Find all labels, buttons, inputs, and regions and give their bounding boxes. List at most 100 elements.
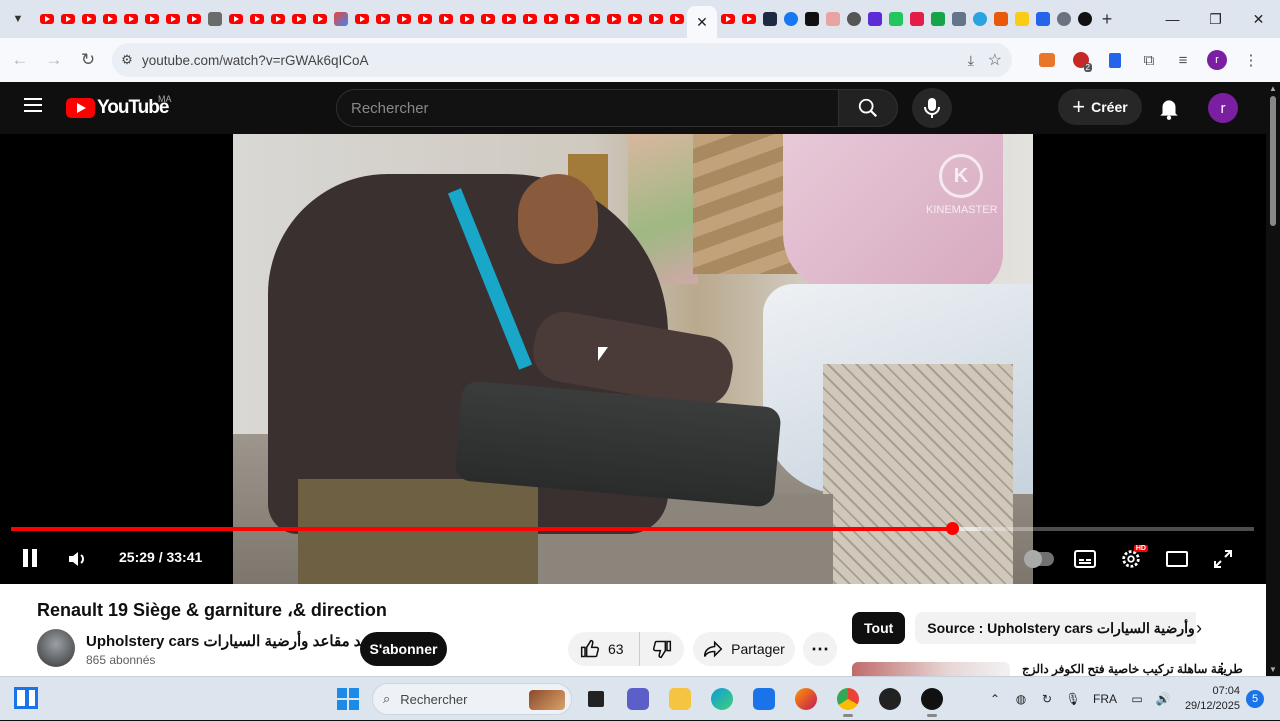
browser-tab[interactable] [645,0,666,38]
recommended-more-icon[interactable]: ⋮ [1215,660,1229,677]
browser-tab[interactable] [477,0,498,38]
browser-tab[interactable] [141,0,162,38]
progress-bar[interactable] [11,522,1254,535]
speaker-icon[interactable]: 🔊 [1152,692,1174,706]
browser-tab[interactable] [582,0,603,38]
tray-chevron-icon[interactable]: ⌃ [984,692,1006,706]
browser-tab[interactable] [843,0,864,38]
tray-app-icon[interactable]: ◍ [1010,692,1032,706]
windows-start-icon[interactable] [330,681,366,717]
browser-tab[interactable] [120,0,141,38]
shield-extension-icon[interactable] [1098,38,1132,82]
fox-extension-icon[interactable] [1030,38,1064,82]
close-window-icon[interactable]: ✕ [1237,0,1280,38]
close-tab-icon[interactable]: ✕ [696,14,708,31]
network-icon[interactable]: ▭ [1126,692,1148,706]
app-icon[interactable] [872,681,908,717]
browser-tab[interactable] [435,0,456,38]
browser-tab[interactable] [906,0,927,38]
browser-tab[interactable] [330,0,351,38]
menu-hamburger-icon[interactable] [24,98,42,112]
tiktok-icon[interactable] [914,681,950,717]
browser-tab[interactable] [717,0,738,38]
scroll-up-icon[interactable]: ▲ [1269,84,1277,93]
dislike-button[interactable] [640,632,684,666]
browser-tab[interactable] [372,0,393,38]
browser-tab[interactable] [885,0,906,38]
browser-tab[interactable] [948,0,969,38]
recommended-title[interactable]: طريقة ساهلة تركيب خاصية فتح الكوفر دالزج [1022,662,1243,676]
adblock-extension-icon[interactable]: 2 [1064,38,1098,82]
puzzle-extensions-icon[interactable]: ⧉ [1132,38,1166,82]
forward-icon[interactable]: → [37,50,71,70]
channel-avatar[interactable] [37,629,75,667]
browser-tab[interactable] [603,0,624,38]
browser-tab[interactable] [780,0,801,38]
scrubber-handle[interactable] [945,522,959,535]
browser-tab[interactable] [393,0,414,38]
language-indicator[interactable]: FRA [1088,692,1122,706]
fullscreen-button[interactable] [1200,543,1246,575]
reading-list-icon[interactable]: ≡ [1166,38,1200,82]
browser-tab[interactable] [204,0,225,38]
pause-icon[interactable] [22,549,38,567]
browser-tab[interactable] [36,0,57,38]
file-explorer-icon[interactable] [662,681,698,717]
browser-tab[interactable] [57,0,78,38]
video-frame[interactable]: K KINEMASTER [233,134,1033,584]
back-icon[interactable]: ← [3,50,37,70]
profile-avatar[interactable]: r [1200,38,1234,82]
browser-tab[interactable] [738,0,759,38]
create-button[interactable]: + Créer [1058,89,1142,125]
browser-tab[interactable] [1011,0,1032,38]
browser-tab[interactable] [666,0,687,38]
youtube-logo[interactable]: YouTube MA [66,94,172,119]
tab-search-dropdown-icon[interactable]: ▼ [0,0,36,38]
subscribe-button[interactable]: S'abonner [360,632,447,666]
browser-tab[interactable] [225,0,246,38]
install-app-icon[interactable]: ⤓ [968,52,974,69]
reload-icon[interactable]: ↻ [71,50,105,70]
taskbar-clock[interactable]: 07:04 29/12/2025 [1182,684,1240,714]
tray-sync-icon[interactable]: ↻ [1036,692,1058,706]
search-button[interactable] [838,89,898,127]
browser-tab[interactable] [759,0,780,38]
url-text[interactable]: youtube.com/watch?v=rGWAk6qICoA [142,53,368,68]
volume-icon[interactable] [66,547,90,571]
share-button[interactable]: Partager [693,632,795,666]
address-bar[interactable]: ⚙ youtube.com/watch?v=rGWAk6qICoA ⤓ ☆ [112,43,1012,77]
browser-tab[interactable] [864,0,885,38]
theater-mode-button[interactable] [1154,543,1200,575]
page-scrollbar[interactable]: ▲ ▼ [1266,82,1280,676]
maximize-icon[interactable]: ❐ [1194,0,1237,38]
browser-tab[interactable] [267,0,288,38]
browser-tab[interactable] [927,0,948,38]
channel-name[interactable]: Upholstery cars تجديد مقاعد وأرضية السيا… [86,632,388,650]
browser-tab[interactable] [351,0,372,38]
autoplay-toggle[interactable] [1016,543,1062,575]
browser-tab[interactable] [414,0,435,38]
more-actions-button[interactable]: ⋯ [803,632,837,666]
site-info-icon[interactable]: ⚙ [112,52,142,68]
browser-tab[interactable] [246,0,267,38]
firefox-icon[interactable] [788,681,824,717]
browser-tab[interactable] [1074,0,1095,38]
new-tab-button[interactable]: + [1095,9,1119,30]
browser-tab[interactable] [288,0,309,38]
teams-icon[interactable] [620,681,656,717]
browser-tab[interactable] [624,0,645,38]
browser-tab[interactable] [801,0,822,38]
subtitles-button[interactable] [1062,543,1108,575]
browser-tab[interactable] [498,0,519,38]
browser-tab[interactable] [162,0,183,38]
browser-tab[interactable] [309,0,330,38]
store-icon[interactable] [746,681,782,717]
search-input[interactable]: Rechercher [336,89,839,127]
taskbar-search[interactable]: ⌕ Rechercher [372,683,572,715]
browser-tab[interactable] [969,0,990,38]
notifications-bell-icon[interactable] [1156,95,1182,121]
chip-all[interactable]: Tout [852,612,906,644]
active-tab[interactable]: ✕ [687,6,717,38]
scroll-down-icon[interactable]: ▼ [1269,665,1277,674]
browser-tab[interactable] [456,0,477,38]
